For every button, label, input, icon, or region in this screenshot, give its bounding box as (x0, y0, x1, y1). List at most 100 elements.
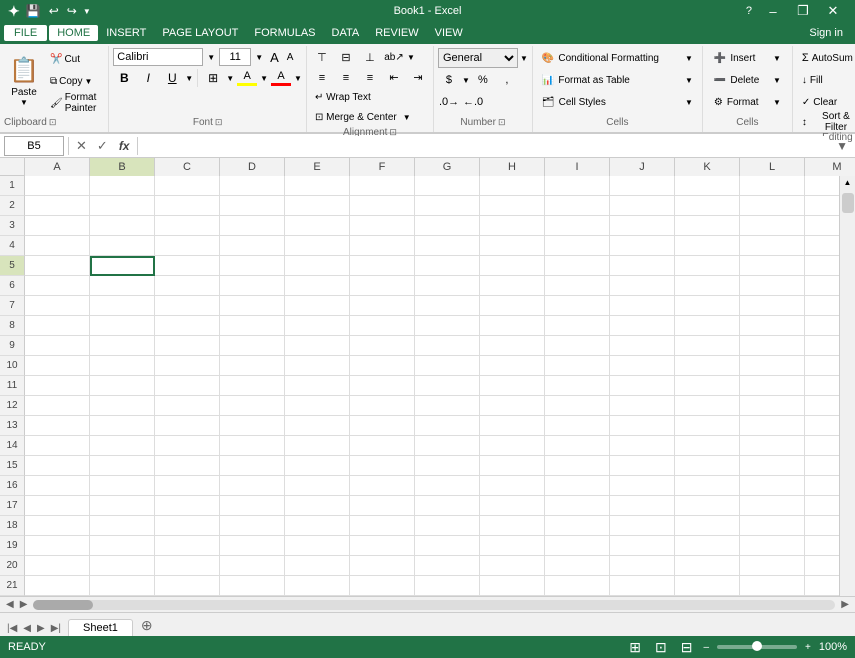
format-as-table-button[interactable]: 📊 Format as Table ▼ (537, 70, 698, 90)
grid-cell[interactable] (90, 316, 155, 336)
borders-button[interactable]: ⊞ (202, 68, 224, 88)
grid-cell[interactable] (25, 196, 90, 216)
grid-cell[interactable] (675, 216, 740, 236)
menu-item-formulas[interactable]: FORMULAS (246, 25, 323, 41)
grid-cell[interactable] (415, 236, 480, 256)
grid-cell[interactable] (90, 416, 155, 436)
cut-button[interactable]: ✂️ Cut (46, 49, 104, 69)
underline-button[interactable]: U (161, 68, 183, 88)
grid-cell[interactable] (415, 396, 480, 416)
grid-cell[interactable] (415, 316, 480, 336)
grid-cell[interactable] (805, 356, 839, 376)
bold-button[interactable]: B (113, 68, 135, 88)
grid-cell[interactable] (805, 556, 839, 576)
grid-cell[interactable] (90, 216, 155, 236)
grid-cell[interactable] (220, 316, 285, 336)
grid-cell[interactable] (90, 276, 155, 296)
grid-cell[interactable] (480, 416, 545, 436)
grid-cell[interactable] (610, 216, 675, 236)
clipboard-expand-icon[interactable]: ⊡ (49, 117, 57, 128)
col-header-F[interactable]: F (350, 158, 415, 176)
grid-cell[interactable] (25, 476, 90, 496)
grid-cell[interactable] (350, 236, 415, 256)
row-number-18[interactable]: 18 (0, 516, 25, 536)
grid-cell[interactable] (285, 176, 350, 196)
grid-cell[interactable] (90, 356, 155, 376)
grid-cell[interactable] (155, 296, 220, 316)
grid-cell[interactable] (675, 236, 740, 256)
grid-cell[interactable] (155, 576, 220, 596)
grid-cell[interactable] (350, 576, 415, 596)
grid-cell[interactable] (610, 376, 675, 396)
grid-cell[interactable] (155, 376, 220, 396)
grid-cell[interactable] (285, 276, 350, 296)
grid-cell[interactable] (350, 476, 415, 496)
grid-cell[interactable] (545, 536, 610, 556)
grid-cell[interactable] (90, 536, 155, 556)
grid-cell[interactable] (220, 336, 285, 356)
comma-button[interactable]: , (496, 70, 518, 90)
grid-cell[interactable] (415, 376, 480, 396)
help-button[interactable]: ? (741, 5, 757, 17)
grid-cell[interactable] (155, 556, 220, 576)
grid-cell[interactable] (545, 496, 610, 516)
grid-cell[interactable] (610, 196, 675, 216)
row-number-21[interactable]: 21 (0, 576, 25, 596)
formula-function-button[interactable]: fx (115, 139, 134, 153)
currency-button[interactable]: $ (438, 70, 460, 90)
row-number-11[interactable]: 11 (0, 376, 25, 396)
format-button[interactable]: ⚙ Format ▼ (707, 92, 788, 112)
grid-cell[interactable] (610, 336, 675, 356)
col-header-G[interactable]: G (415, 158, 480, 176)
grid-cell[interactable] (90, 176, 155, 196)
grid-cell[interactable] (155, 336, 220, 356)
grid-cell[interactable] (350, 276, 415, 296)
grid-cell[interactable] (480, 536, 545, 556)
grid-cell[interactable] (805, 576, 839, 596)
grid-cell[interactable] (220, 176, 285, 196)
grid-cell[interactable] (610, 576, 675, 596)
grid-cell[interactable] (90, 456, 155, 476)
quick-access-undo[interactable]: ↩ (47, 4, 61, 18)
grid-cell[interactable] (805, 236, 839, 256)
grid-cell[interactable] (285, 576, 350, 596)
grid-cell[interactable] (610, 516, 675, 536)
grid-cell[interactable] (610, 536, 675, 556)
grid-cell[interactable] (675, 256, 740, 276)
grid-cell[interactable] (610, 396, 675, 416)
grid-cell[interactable] (805, 536, 839, 556)
grid-cell[interactable] (740, 316, 805, 336)
format-painter-button[interactable]: 🖌 Format Painter (46, 93, 104, 113)
grid-cell[interactable] (740, 476, 805, 496)
row-number-1[interactable]: 1 (0, 176, 25, 196)
grid-cell[interactable] (610, 436, 675, 456)
formula-input[interactable] (142, 136, 829, 156)
grid-cell[interactable] (350, 256, 415, 276)
grid-cell[interactable] (545, 316, 610, 336)
grid-cell[interactable] (740, 396, 805, 416)
grid-cell[interactable] (805, 456, 839, 476)
grid-cell[interactable] (220, 356, 285, 376)
grid-cell[interactable] (415, 556, 480, 576)
grid-cell[interactable] (545, 456, 610, 476)
merge-center-button[interactable]: ⊡ Merge & Center (311, 108, 401, 127)
grid-cell[interactable] (285, 316, 350, 336)
grid-cell[interactable] (610, 276, 675, 296)
grid-cell[interactable] (155, 276, 220, 296)
grid-cell[interactable] (415, 436, 480, 456)
grid-cell[interactable] (675, 376, 740, 396)
grid-cell[interactable] (220, 476, 285, 496)
grid-cell[interactable] (675, 576, 740, 596)
grid-cell[interactable] (220, 496, 285, 516)
grid-cell[interactable] (740, 296, 805, 316)
menu-item-view[interactable]: VIEW (427, 25, 471, 41)
grid-cell[interactable] (25, 376, 90, 396)
cell-styles-button[interactable]: 🗂 Cell Styles ▼ (537, 92, 698, 112)
delete-button[interactable]: ➖ Delete ▼ (707, 70, 788, 90)
row-number-9[interactable]: 9 (0, 336, 25, 356)
formula-confirm-button[interactable]: ✓ (94, 138, 111, 154)
font-grow-button[interactable]: A (267, 49, 282, 66)
grid-cell[interactable] (480, 336, 545, 356)
grid-cell[interactable] (545, 576, 610, 596)
grid-cell[interactable] (285, 536, 350, 556)
